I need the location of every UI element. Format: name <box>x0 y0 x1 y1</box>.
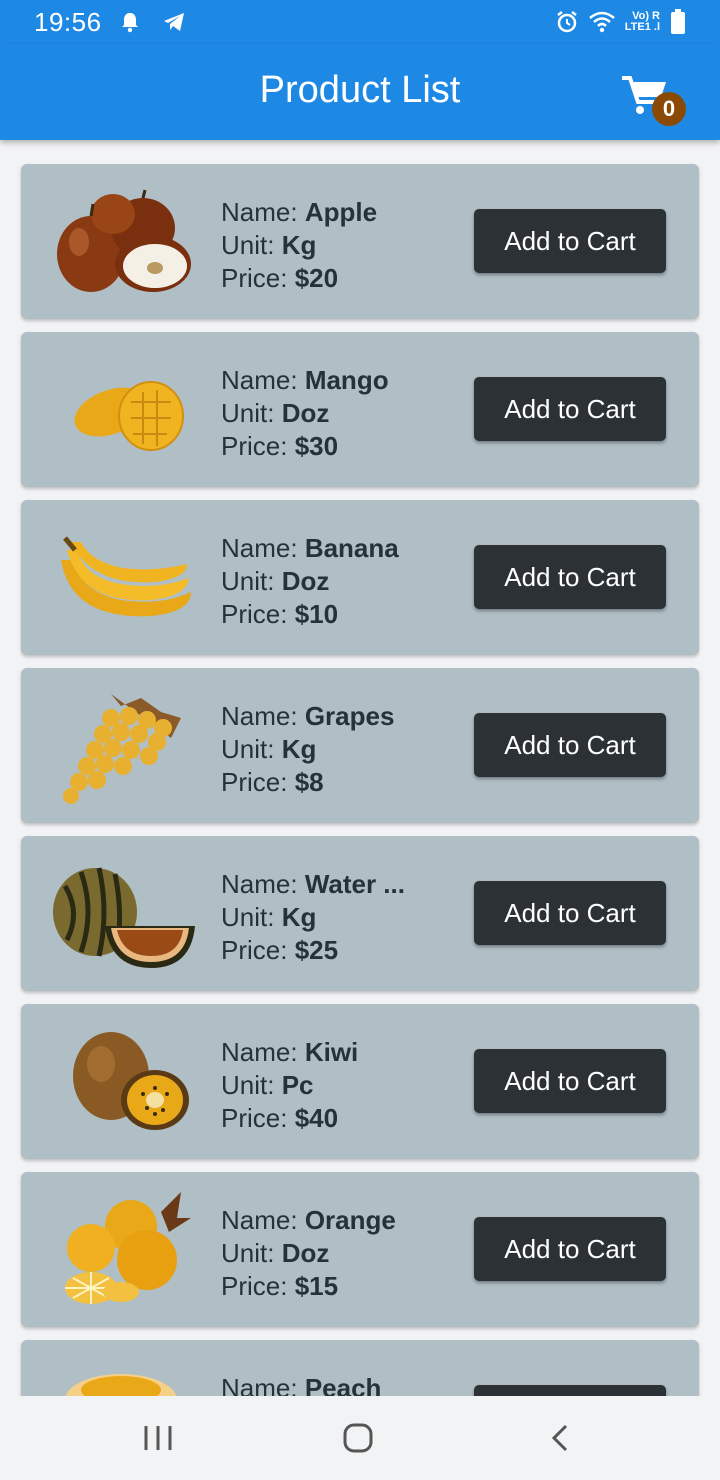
watermelon-image <box>53 867 195 968</box>
product-price: $10 <box>294 599 339 629</box>
product-info: Name: Grapes Unit: Kg Price: $8 <box>221 701 395 797</box>
product-name: Peach <box>304 1373 382 1396</box>
product-info: Name: Orange Unit: Doz Price: $15 <box>221 1205 396 1301</box>
add-to-cart-button[interactable]: Add to Cart <box>474 545 666 609</box>
home-button[interactable] <box>338 1418 378 1458</box>
add-to-cart-button[interactable] <box>474 1385 666 1396</box>
product-card-kiwi: Name: Kiwi Unit: Pc Price: $40 Add to Ca… <box>21 1004 699 1159</box>
page-title: Product List <box>259 69 461 111</box>
product-unit: Pc <box>281 1070 314 1100</box>
back-icon <box>551 1424 568 1452</box>
product-unit: Doz <box>281 1238 330 1268</box>
product-name: Orange <box>304 1205 396 1235</box>
banana-image <box>61 536 191 617</box>
product-card-mango: Name: Mango Unit: Doz Price: $30 Add to … <box>21 332 699 487</box>
product-name: Banana <box>304 533 399 563</box>
product-price: $30 <box>294 431 339 461</box>
notification-bell-icon <box>120 11 140 33</box>
product-price: $15 <box>294 1271 339 1301</box>
apple-image <box>57 189 191 292</box>
add-to-cart-button[interactable]: Add to Cart <box>474 881 666 945</box>
product-info: Name: Apple Unit: Kg Price: $20 <box>221 197 378 293</box>
product-card-banana: Name: Banana Unit: Doz Price: $10 Add to… <box>21 500 699 655</box>
battery-icon <box>670 9 686 35</box>
product-price: $8 <box>294 767 324 797</box>
mango-image <box>74 381 184 451</box>
product-card-grapes: Name: Grapes Unit: Kg Price: $8 Add to C… <box>21 668 699 823</box>
product-name: Grapes <box>304 701 395 731</box>
orange-image <box>65 1192 191 1304</box>
system-nav-bar <box>0 1396 720 1480</box>
status-bar: 19:56 Vo) R LTE1 .l <box>0 0 720 44</box>
product-price: $25 <box>294 935 339 965</box>
product-card-watermelon: Name: Water ... Unit: Kg Price: $25 Add … <box>21 836 699 991</box>
product-card-apple: Name: Apple Unit: Kg Price: $20 Add to C… <box>21 164 699 319</box>
product-price: $20 <box>294 263 339 293</box>
product-name: Water ... <box>304 869 405 899</box>
product-card-orange: Name: Orange Unit: Doz Price: $15 Add to… <box>21 1172 699 1327</box>
product-name: Kiwi <box>304 1037 359 1067</box>
product-info: Name: Kiwi Unit: Pc Price: $40 <box>221 1037 359 1133</box>
product-unit: Kg <box>281 902 317 932</box>
peach-image <box>65 1374 177 1396</box>
recent-apps-icon <box>144 1426 172 1450</box>
add-to-cart-button[interactable]: Add to Cart <box>474 1217 666 1281</box>
add-to-cart-button[interactable]: Add to Cart <box>474 713 666 777</box>
product-unit: Kg <box>281 230 317 260</box>
add-to-cart-button[interactable]: Add to Cart <box>474 1049 666 1113</box>
product-info: Name: Water ... Unit: Kg Price: $25 <box>221 869 405 965</box>
grapes-image <box>63 694 181 804</box>
network-indicator: Vo) R LTE1 .l <box>624 10 660 33</box>
alarm-icon <box>555 10 579 34</box>
product-info: Name: Banana Unit: Doz Price: $10 <box>221 533 399 629</box>
back-button[interactable] <box>540 1418 580 1458</box>
add-to-cart-button[interactable]: Add to Cart <box>474 377 666 441</box>
telegram-icon <box>162 11 186 33</box>
app-bar: Product List 0 <box>0 44 720 140</box>
home-icon <box>343 1423 373 1453</box>
recent-apps-button[interactable] <box>138 1418 178 1458</box>
kiwi-image <box>73 1032 189 1130</box>
product-info: Name: Peach <box>221 1372 421 1396</box>
product-unit: Kg <box>281 734 317 764</box>
product-card-peach: Name: Peach <box>21 1340 699 1396</box>
product-name: Mango <box>304 365 389 395</box>
add-to-cart-button[interactable]: Add to Cart <box>474 209 666 273</box>
product-list[interactable]: Name: Apple Unit: Kg Price: $20 Add to C… <box>0 140 720 1396</box>
wifi-icon <box>588 11 615 33</box>
status-time: 19:56 <box>34 6 102 37</box>
product-unit: Doz <box>281 566 330 596</box>
product-name: Apple <box>304 197 378 227</box>
cart-count-badge: 0 <box>652 92 686 126</box>
product-info: Name: Mango Unit: Doz Price: $30 <box>221 365 389 461</box>
product-unit: Doz <box>281 398 330 428</box>
product-price: $40 <box>294 1103 339 1133</box>
